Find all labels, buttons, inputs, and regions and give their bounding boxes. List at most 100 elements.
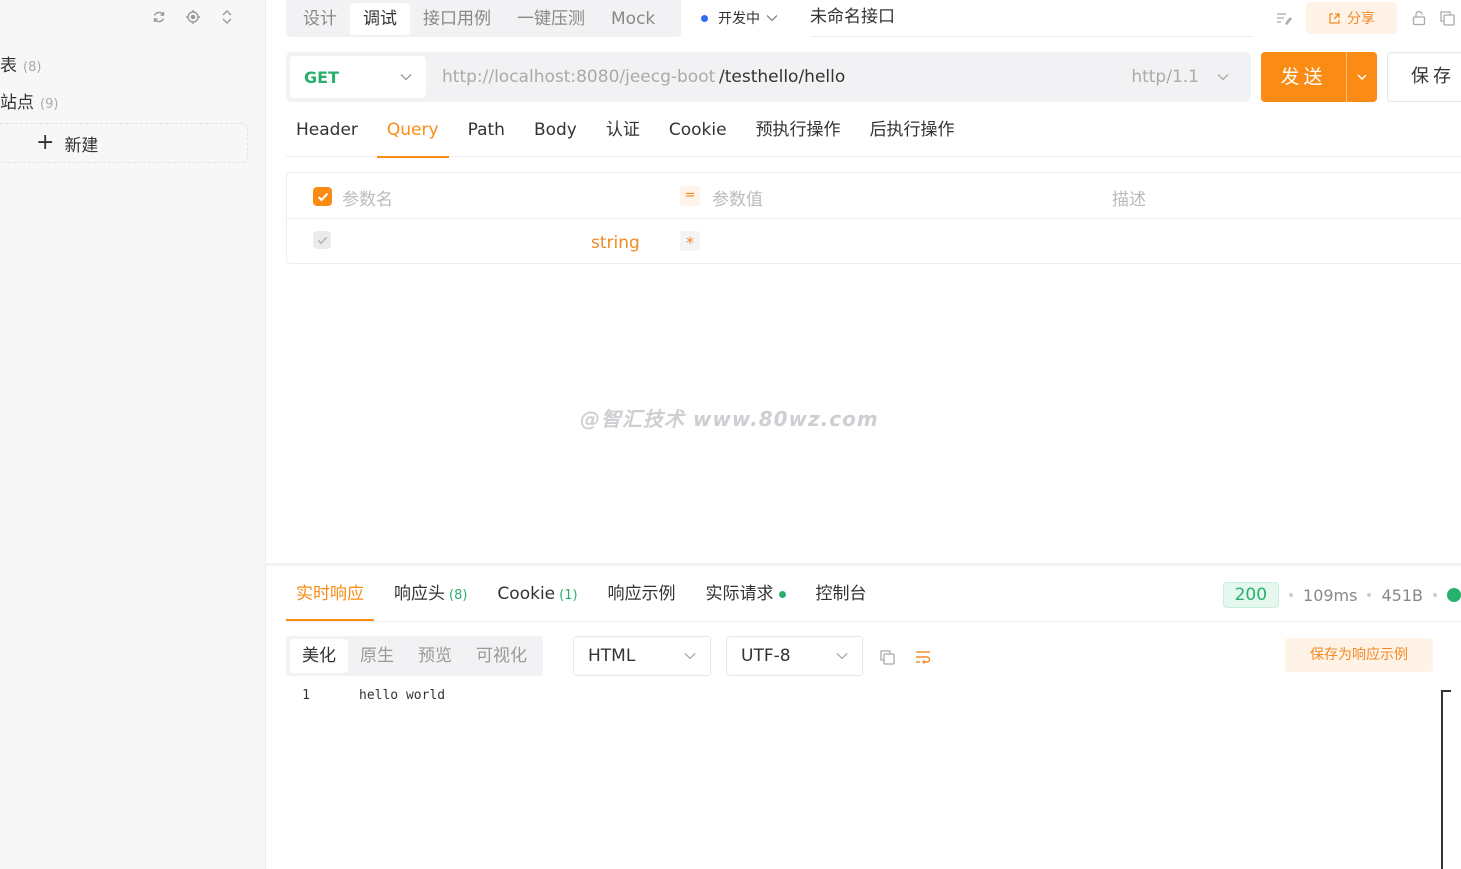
format-preview[interactable]: 预览 xyxy=(406,639,464,673)
params-table: 参数名 = 参数值 描述 string * xyxy=(286,172,1461,264)
tab-mock[interactable]: Mock xyxy=(598,3,668,35)
param-type[interactable]: string xyxy=(591,233,640,253)
sidebar: 表 (8) 站点 (9) + 新建 xyxy=(0,0,266,869)
copy-icon[interactable] xyxy=(1433,4,1461,32)
separator-dot xyxy=(1433,593,1437,597)
sidebar-item-site[interactable]: 站点 (9) xyxy=(0,88,58,113)
refresh-icon[interactable] xyxy=(150,8,168,26)
tab-console[interactable]: 控制台 xyxy=(806,566,877,621)
copy-icon[interactable] xyxy=(878,648,896,666)
table-row: string * xyxy=(287,219,1461,265)
scrollbar[interactable] xyxy=(1441,690,1451,869)
sidebar-item-label: 站点 xyxy=(0,93,34,113)
chevron-down-icon xyxy=(836,650,848,663)
row-checkbox[interactable] xyxy=(313,231,331,249)
protocol-label: http/1.1 xyxy=(1131,67,1199,87)
lock-icon[interactable] xyxy=(1405,4,1433,32)
share-icon xyxy=(1329,12,1340,24)
select-all-checkbox[interactable] xyxy=(313,187,332,206)
tab-label: 响应头 xyxy=(394,584,445,604)
required-tag[interactable]: * xyxy=(680,231,700,252)
protocol-select[interactable]: http/1.1 xyxy=(1131,67,1229,87)
share-button[interactable]: 分享 xyxy=(1306,2,1397,34)
new-button-label: 新建 xyxy=(64,135,99,156)
status-select[interactable]: 开发中 xyxy=(701,8,778,28)
status-dot xyxy=(701,14,708,22)
tab-label: 控制台 xyxy=(815,584,867,604)
path-input[interactable]: /testhello/hello xyxy=(719,67,845,87)
tab-path[interactable]: Path xyxy=(458,110,515,157)
save-as-example-button[interactable]: 保存为响应示例 xyxy=(1285,638,1433,672)
response-tabs: 实时响应 响应头 (8) Cookie (1) 响应示例 实际请求 控制台 xyxy=(286,566,887,621)
tab-response-headers[interactable]: 响应头 (8) xyxy=(384,566,477,621)
response-time: 109ms xyxy=(1303,585,1358,605)
chevron-down-icon xyxy=(400,71,412,84)
tab-stress-test[interactable]: 一键压测 xyxy=(504,3,598,35)
separator-dot xyxy=(1289,593,1294,597)
mode-tabs: 设计 调试 接口用例 一键压测 Mock xyxy=(286,0,681,37)
tab-debug[interactable]: 调试 xyxy=(350,2,410,35)
send-label: 发送 xyxy=(1261,52,1347,102)
method-select[interactable]: GET xyxy=(290,56,426,98)
tab-label: 响应示例 xyxy=(607,584,676,604)
line-number: 1 xyxy=(302,688,310,703)
tab-cookie[interactable]: Cookie xyxy=(659,110,737,157)
sidebar-toolbar xyxy=(150,8,236,26)
expand-collapse-icon[interactable] xyxy=(218,8,236,26)
format-segment: 美化 原生 预览 可视化 xyxy=(286,636,543,676)
tab-test-cases[interactable]: 接口用例 xyxy=(410,3,504,35)
tab-query[interactable]: Query xyxy=(376,110,449,158)
tab-count: (8) xyxy=(449,588,468,603)
param-desc-header: 描述 xyxy=(1112,190,1146,210)
tab-design[interactable]: 设计 xyxy=(290,3,350,35)
format-visualize[interactable]: 可视化 xyxy=(464,639,539,673)
chevron-down-icon[interactable] xyxy=(1347,71,1377,84)
tab-response-cookie[interactable]: Cookie (1) xyxy=(487,566,587,621)
format-raw[interactable]: 原生 xyxy=(348,639,406,673)
encoding-select[interactable]: UTF-8 xyxy=(726,636,863,676)
save-button[interactable]: 保存 xyxy=(1387,52,1461,102)
globe-icon[interactable] xyxy=(1447,588,1461,602)
table-header-row: 参数名 = 参数值 描述 xyxy=(287,173,1461,219)
content-type-select[interactable]: HTML xyxy=(573,636,711,676)
locate-icon[interactable] xyxy=(184,8,202,26)
chevron-down-icon xyxy=(766,12,778,25)
content-type-label: HTML xyxy=(588,646,636,666)
watermark: @智汇技术 www.80wz.com xyxy=(580,407,879,431)
separator-dot xyxy=(1367,593,1372,597)
tab-live-response[interactable]: 实时响应 xyxy=(286,566,374,621)
wrap-icon[interactable] xyxy=(914,648,932,666)
new-button[interactable]: + 新建 xyxy=(0,123,248,163)
tab-label: 实际请求 xyxy=(705,584,774,604)
edit-icon[interactable] xyxy=(1270,4,1298,32)
tab-post-script[interactable]: 后执行操作 xyxy=(860,110,965,157)
send-button[interactable]: 发送 xyxy=(1261,52,1377,102)
tab-header[interactable]: Header xyxy=(286,110,368,157)
sidebar-item-table[interactable]: 表 (8) xyxy=(0,51,41,76)
tab-body[interactable]: Body xyxy=(524,110,587,157)
param-value-header: 参数值 xyxy=(712,190,763,210)
tab-actual-request[interactable]: 实际请求 xyxy=(696,566,796,621)
api-name-input[interactable]: 未命名接口 xyxy=(810,5,1253,37)
format-pretty[interactable]: 美化 xyxy=(290,639,348,673)
tab-response-example[interactable]: 响应示例 xyxy=(598,566,686,621)
divider xyxy=(286,621,1461,622)
tab-count: (1) xyxy=(559,588,578,603)
sidebar-item-count: (8) xyxy=(23,60,42,75)
response-size: 451B xyxy=(1381,585,1423,605)
status-label: 开发中 xyxy=(718,11,760,27)
url-bar: GET http://localhost:8080/jeecg-boot /te… xyxy=(286,52,1251,102)
tab-auth[interactable]: 认证 xyxy=(596,110,650,157)
response-meta: 200 109ms 451B xyxy=(1222,582,1461,608)
chevron-down-icon xyxy=(1217,71,1229,84)
equals-tag: = xyxy=(680,186,700,206)
top-right-actions: 分享 xyxy=(1270,2,1461,34)
code-line: hello world xyxy=(359,688,446,703)
param-name-header: 参数名 xyxy=(342,190,393,210)
method-label: GET xyxy=(304,67,339,87)
tab-pre-script[interactable]: 预执行操作 xyxy=(746,110,851,157)
base-url: http://localhost:8080/jeecg-boot xyxy=(442,67,716,87)
status-dot xyxy=(778,590,786,598)
chevron-down-icon xyxy=(684,650,696,663)
encoding-label: UTF-8 xyxy=(741,646,791,666)
